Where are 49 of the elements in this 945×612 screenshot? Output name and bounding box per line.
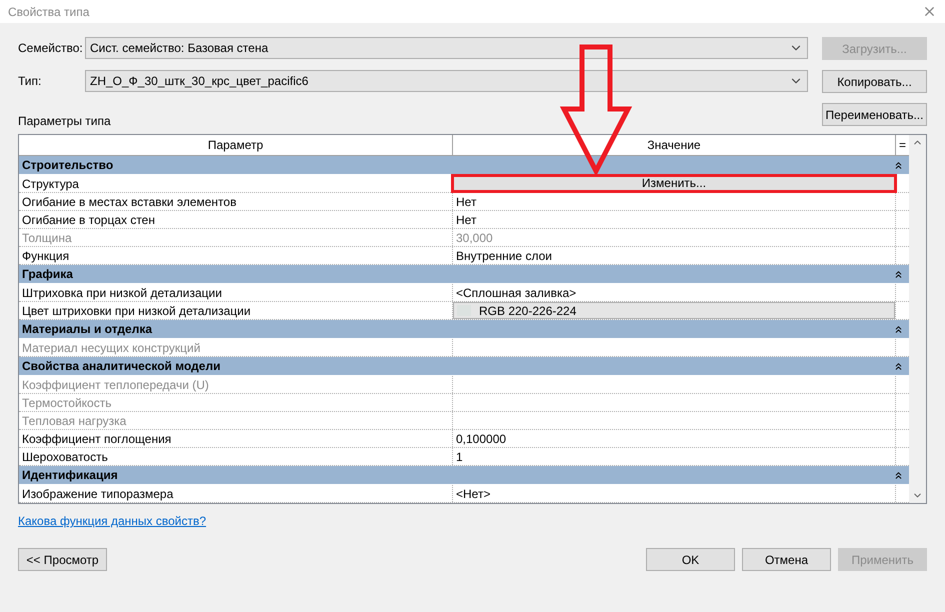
column-header[interactable]: Значение (453, 135, 896, 155)
collapse-icon[interactable] (893, 360, 904, 372)
parameter-value: <Нет> (455, 486, 492, 502)
parameter-value: Нет (455, 194, 478, 210)
group-header[interactable]: Строительство (19, 156, 909, 175)
dialog-button[interactable]: Копировать... (822, 70, 927, 93)
parameter-name: Штриховка при низкой детализации (19, 284, 453, 301)
field-label: Тип: (18, 73, 42, 90)
parameter-value: 0,100000 (455, 430, 508, 448)
collapse-icon[interactable] (893, 160, 904, 170)
group-header[interactable]: Свойства аналитической модели (19, 357, 909, 376)
group-header[interactable]: Материалы и отделка (19, 320, 909, 339)
dialog-button[interactable]: << Просмотр (18, 548, 107, 571)
parameter-name: Изображение типоразмера (19, 485, 453, 502)
parameter-name: Коэффициент поглощения (19, 430, 453, 447)
type-dropdown[interactable]: Сист. семейство: Базовая стена (85, 37, 808, 59)
window-title: Свойства типа (8, 4, 90, 20)
scrollbar[interactable] (909, 135, 926, 503)
dialog-button[interactable]: Переименовать... (822, 103, 927, 126)
parameter-name: Толщина (19, 229, 453, 246)
parameter-value: Внутренние слои (455, 248, 553, 264)
close-icon[interactable] (922, 4, 937, 19)
collapse-icon[interactable] (893, 268, 904, 280)
parameter-name: Термостойкость (19, 394, 453, 411)
parameter-value: 1 (455, 448, 464, 466)
parameter-value: Нет (455, 212, 478, 228)
parameter-name: Материал несущих конструкций (19, 339, 453, 356)
dialog-button[interactable]: Отмена (742, 548, 831, 571)
parameter-name: Структура (19, 175, 453, 192)
column-header[interactable]: Параметр (19, 135, 453, 155)
dialog-button[interactable]: OK (646, 548, 735, 571)
color-field[interactable]: RGB 220-226-224 (453, 302, 895, 319)
parameter-name: Огибание в торцах стен (19, 211, 453, 228)
collapse-icon[interactable] (893, 324, 904, 334)
parameter-name: Тепловая нагрузка (19, 412, 453, 429)
field-label: Семейство: (18, 40, 84, 57)
collapse-icon[interactable] (893, 470, 904, 480)
section-label: Параметры типа (18, 114, 111, 128)
parameter-value: 30,000 (455, 230, 494, 246)
parameter-name: Огибание в местах вставки элементов (19, 193, 453, 210)
type-dropdown[interactable]: ZH_О_Ф_30_штк_30_крс_цвет_pacific6 (85, 70, 808, 92)
column-header[interactable]: = (896, 135, 909, 155)
parameter-name: Шероховатость (19, 448, 453, 465)
parameter-value: <Сплошная заливка> (455, 284, 578, 302)
group-header[interactable]: Графика (19, 265, 909, 284)
help-link[interactable]: Какова функция данных свойств? (18, 514, 206, 528)
parameter-name: Коэффициент теплопередачи (U) (19, 376, 453, 393)
parameter-name: Функция (19, 247, 453, 264)
group-header[interactable]: Идентификация (19, 466, 909, 485)
